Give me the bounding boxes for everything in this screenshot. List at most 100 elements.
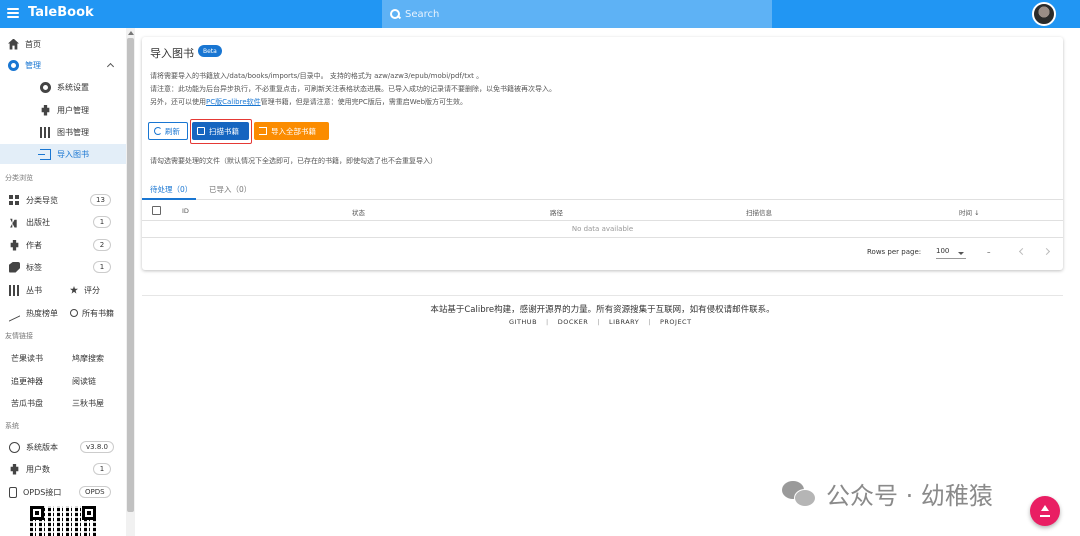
publisher-icon [10,218,17,228]
sidebar-item-label: 用户数 [26,464,50,474]
empty-table-message: No data available [142,221,1063,238]
footer-link-project[interactable]: PROJECT [651,318,701,326]
sidebar-item-user-manage[interactable]: 用户管理 [40,100,126,120]
scan-books-button[interactable]: 扫描书籍 [192,122,249,140]
refresh-icon [154,127,162,135]
count-badge: 2 [93,239,111,251]
sidebar-item-hot[interactable]: 热度榜单 [9,303,69,323]
sidebar-item-book-manage[interactable]: 图书管理 [40,122,126,142]
menu-icon[interactable] [7,8,19,18]
scan-label: 扫描书籍 [209,126,239,136]
series-icon [9,284,20,296]
search-box [382,0,772,28]
section-title-links: 友情链接 [5,332,33,340]
sidebar-item-label: 所有书籍 [82,308,114,318]
sidebar-item-label: 系统版本 [26,442,58,452]
description-line: 另外，还可以使用PC版Calibre软件管理书籍，但是请注意：使用完PC版后，需… [150,97,467,107]
column-header-time[interactable]: 时间 ↓ [959,207,980,217]
page-title: 导入图书 [150,47,194,60]
sidebar-item-manage[interactable]: 管理 [8,55,126,75]
wechat-icon [782,480,816,507]
search-input[interactable] [405,8,745,20]
refresh-button[interactable]: 刷新 [148,122,188,140]
count-badge: 1 [93,216,111,228]
footer-link-library[interactable]: LIBRARY [600,318,648,326]
friend-link[interactable]: 阅读链 [72,371,96,391]
watermark: 公众号 · 幼稚猿 [782,476,993,511]
friend-link[interactable]: 追更神器 [11,371,43,391]
friend-link[interactable]: 三秋书屋 [72,393,104,413]
friend-link[interactable]: 芒果读书 [11,348,43,368]
sidebar-item-label: 分类导览 [26,195,58,205]
footer-divider [142,295,1063,296]
sidebar-item-label: 热度榜单 [26,308,58,318]
table-header: ID 状态 路径 扫描信息 时间 ↓ [142,202,1063,221]
column-header-path[interactable]: 路径 [550,207,563,217]
sidebar-item-label: 作者 [26,240,42,250]
count-badge: 1 [93,261,111,273]
footer-links: GITHUB | DOCKER | LIBRARY | PROJECT [500,318,701,326]
import-books-card: 导入图书 Beta 请将需要导入的书籍放入/data/books/imports… [142,37,1063,270]
tab-bar: 待处理（0） 已导入（0） [142,180,1063,200]
books-icon [40,126,51,138]
refresh-label: 刷新 [165,126,180,136]
opds-badge[interactable]: OPDS [79,486,111,498]
footer-link-github[interactable]: GITHUB [500,318,546,326]
app-title[interactable]: TaleBook [28,5,94,20]
sidebar-item-label: 标签 [26,262,42,272]
sidebar-item-home[interactable]: 首页 [8,34,126,54]
sidebar-item-all-books[interactable]: 所有书籍 [70,303,126,323]
history-icon [70,309,78,317]
section-title-system: 系统 [5,422,19,430]
trending-icon [9,304,20,322]
tab-imported[interactable]: 已导入（0） [209,184,251,195]
sidebar-item-label: 评分 [84,285,100,295]
description-line: 请注意：此功能为后台异步执行，不必重复点击，可刷新关注表格状态进展。已导入成功的… [150,85,556,93]
column-header-id[interactable]: ID [182,207,189,215]
sidebar: 首页 管理 系统设置 用户管理 图书管理 导入图书 分类浏览 分类导览 13 出… [0,28,126,536]
home-icon [8,38,19,50]
chevron-right-icon[interactable] [1042,247,1051,256]
import-icon [259,127,267,135]
user-avatar[interactable] [1032,2,1056,26]
friend-link[interactable]: 鸠摩搜索 [72,348,104,368]
select-all-checkbox[interactable] [152,206,161,215]
sidebar-item-label: 首页 [25,39,41,49]
sidebar-item-label: 出版社 [26,217,50,227]
scroll-to-top-button[interactable] [1030,496,1060,526]
sidebar-item-label: OPDS接口 [23,487,62,497]
chevron-left-icon[interactable] [1018,247,1027,256]
scrollbar-thumb[interactable] [127,38,134,512]
count-badge: 13 [90,194,111,206]
sidebar-item-import-books[interactable]: 导入图书 [0,144,126,164]
sidebar-item-rating[interactable]: 评分 [70,280,125,300]
user-icon [10,463,19,475]
import-all-label: 导入全部书籍 [271,126,316,136]
tab-pending[interactable]: 待处理（0） [150,184,192,195]
friend-link[interactable]: 苦瓜书盘 [11,393,43,413]
sidebar-scrollbar[interactable] [126,28,135,536]
sidebar-item-label: 用户管理 [57,105,89,115]
sidebar-item-label: 管理 [25,60,41,70]
beta-badge: Beta [198,45,222,57]
import-all-button[interactable]: 导入全部书籍 [254,122,329,140]
column-header-status[interactable]: 状态 [352,207,365,217]
section-title-browse: 分类浏览 [5,174,33,182]
footer-link-docker[interactable]: DOCKER [549,318,598,326]
active-tab-indicator [142,198,196,200]
description-line: 请将需要导入的书籍放入/data/books/imports/目录中。 支持的格… [150,72,484,80]
top-app-bar: TaleBook [0,0,1080,28]
scroll-up-icon[interactable] [128,31,134,35]
rows-per-page-value: 100 [936,247,950,255]
sidebar-item-label: 导入图书 [57,149,89,159]
search-icon [390,8,401,20]
caret-down-icon [958,252,964,255]
scan-icon [197,127,205,135]
user-icon [41,104,50,116]
sidebar-item-series[interactable]: 丛书 [9,280,64,300]
calibre-link[interactable]: PC版Calibre软件 [206,98,261,106]
column-header-scan-info[interactable]: 扫描信息 [746,207,772,217]
sidebar-item-system-settings[interactable]: 系统设置 [40,77,126,97]
star-icon [70,286,78,294]
import-icon [38,148,51,160]
